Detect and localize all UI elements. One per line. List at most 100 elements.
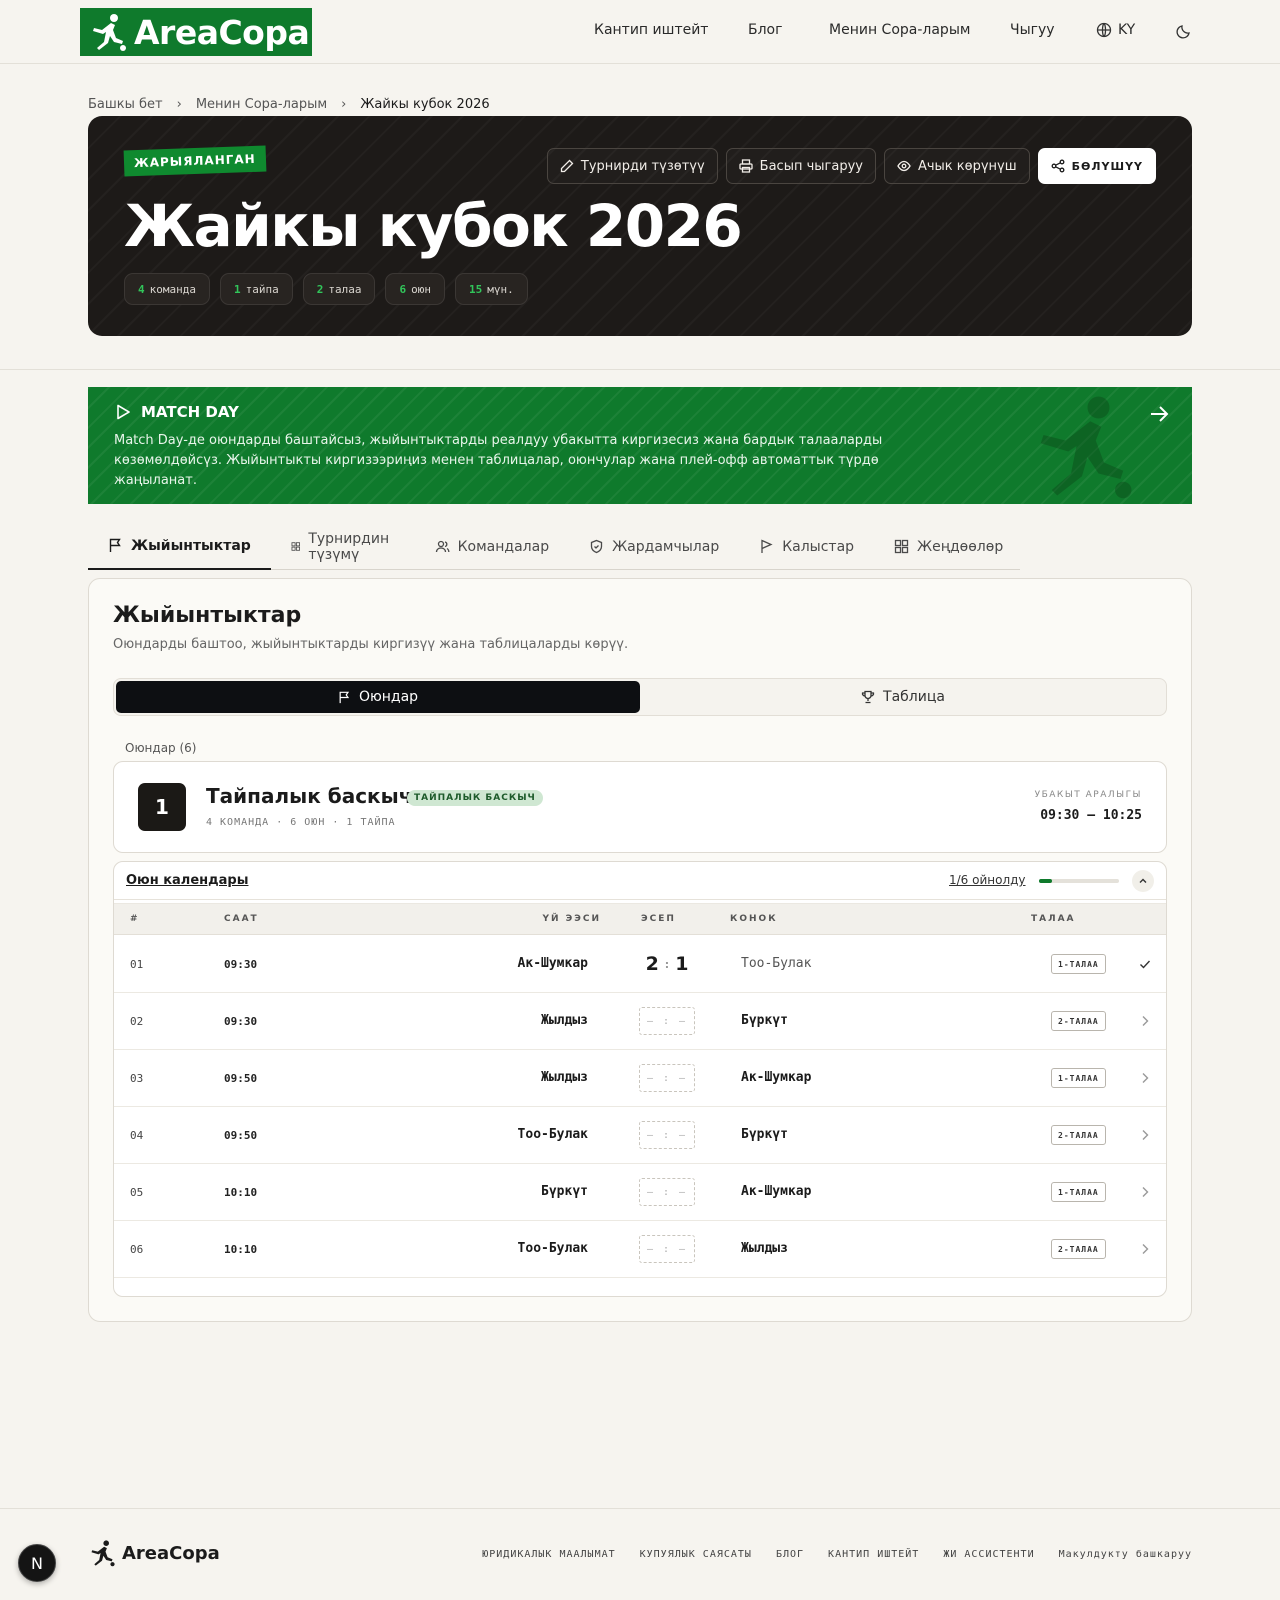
nav-my-copas[interactable]: Менин Сора-ларым [829, 22, 970, 38]
table-row[interactable]: 06 10:10 Тоо-Булак – : – Жылдыз 2-ТАЛАА [114, 1221, 1166, 1278]
edit-tournament-button[interactable]: Турнирди түзөтүү [546, 148, 718, 184]
score-input[interactable]: – : – [639, 1235, 695, 1263]
footer-link-ai-assistant[interactable]: ЖИ АССИСТЕНТИ [943, 1549, 1034, 1560]
public-view-button[interactable]: Ачык көрүнүш [883, 148, 1030, 184]
games-count-label: Оюндар (6) [125, 741, 197, 755]
table-row[interactable]: 01 09:30 Ак-Шумкар 2:1 Тоо-Булак 1-ТАЛАА [114, 936, 1166, 993]
collapse-button[interactable] [1132, 870, 1154, 892]
dev-tools-badge[interactable]: N [18, 1544, 56, 1582]
stat-duration: 15 мүн. [454, 273, 528, 305]
nav-logout[interactable]: Чыгуу [1010, 22, 1055, 38]
section-divider [0, 369, 1280, 370]
table-row[interactable]: 05 10:10 Бүркүт – : – Ак-Шумкар 1-ТАЛАА [114, 1164, 1166, 1221]
breadcrumb-home[interactable]: Башкы бет [88, 97, 163, 112]
globe-icon [1096, 22, 1112, 38]
arrow-right-icon[interactable] [1148, 403, 1170, 425]
tournament-hero: ЖАРЫЯЛАНГАН Жайкы кубок 2026 4 команда 1т… [88, 116, 1192, 336]
game-time: 10:10 [224, 1186, 258, 1199]
stat-games: 6 оюн [385, 273, 445, 305]
schedule-header: Оюн календары 1/6 ойнолду [114, 862, 1166, 900]
field-badge: 2-ТАЛАА [1051, 1125, 1106, 1145]
breadcrumb-current: Жайкы кубок 2026 [360, 97, 490, 112]
table-row[interactable]: 04 09:50 Тоо-Булак – : – Бүркүт 2-ТАЛАА [114, 1107, 1166, 1164]
tab-referees[interactable]: Калыстар [739, 523, 874, 570]
results-title: Жыйынтыктар [113, 603, 302, 628]
score-input[interactable]: – : – [639, 1178, 695, 1206]
footer-link-consent[interactable]: Макулдукту башкаруу [1059, 1549, 1192, 1560]
field-badge: 2-ТАЛАА [1051, 1011, 1106, 1031]
field-badge: 2-ТАЛАА [1051, 1239, 1106, 1259]
away-team: Жылдыз [741, 1241, 788, 1256]
table-view-button[interactable]: Таблица [642, 681, 1164, 713]
stage-meta: 4 КОМАНДА · 6 ОЮН · 1 ТАЙПА [206, 817, 396, 828]
tab-teams[interactable]: Командалар [415, 523, 569, 570]
print-button[interactable]: Басып чыгаруу [725, 148, 876, 184]
theme-toggle[interactable] [1176, 23, 1192, 39]
printer-icon [739, 159, 753, 173]
tab-structure[interactable]: Турнирдин түзүмү [271, 523, 415, 570]
stat-groups: 1 тайпа [219, 273, 293, 305]
field-badge: 1-ТАЛАА [1051, 954, 1106, 974]
match-day-banner[interactable]: MATCH DAY Match Day-де оюндарды баштайсы… [88, 387, 1192, 504]
footer-link-legal[interactable]: ЮРИДИКАЛЫК МААЛЫМАТ [482, 1549, 615, 1560]
home-score: 2 [645, 953, 659, 975]
player-kick-icon [93, 14, 126, 51]
player-kick-icon [91, 1540, 115, 1567]
football-player-icon [1040, 396, 1132, 499]
chevron-right-icon[interactable] [1138, 1185, 1152, 1199]
tournament-stats: 4 команда 1 тайпа 2 талаа 6 оюн 15 мүн. [124, 273, 528, 305]
hero-actions: Турнирди түзөтүү Басып чыгаруу Ачык көрү… [546, 148, 1156, 184]
results-view-switch: Оюндар Таблица [113, 678, 1167, 716]
score-display[interactable]: 2:1 [639, 950, 695, 978]
shield-icon [590, 539, 603, 554]
breadcrumb-my-copas[interactable]: Менин Сора-ларым [196, 97, 327, 112]
match-day-title: MATCH DAY [114, 403, 239, 421]
nav-how-it-works[interactable]: Кантип иштейт [594, 22, 708, 38]
tab-settings[interactable]: Жеңдөөлөр [874, 523, 1023, 570]
away-team: Бүркүт [741, 1013, 788, 1028]
share-button[interactable]: БӨЛҮШҮҮ [1037, 148, 1156, 184]
chevron-right-icon[interactable] [1138, 1128, 1152, 1142]
home-team: Жылдыз [541, 1013, 588, 1028]
score-input[interactable]: – : – [639, 1064, 695, 1092]
score-separator: : [664, 957, 670, 971]
col-num: # [130, 914, 140, 924]
score-input[interactable]: – : – [639, 1121, 695, 1149]
users-icon [435, 540, 450, 553]
check-icon [1140, 960, 1151, 969]
page-title: Жайкы кубок 2026 [124, 192, 743, 260]
moon-icon [1176, 25, 1190, 39]
logo[interactable]: AreaCopa [80, 8, 312, 56]
field-badge: 1-ТАЛАА [1051, 1068, 1106, 1088]
col-home: ҮЙ ЭЭСИ [542, 914, 601, 924]
game-number: 06 [130, 1243, 144, 1256]
footer-link-how-it-works[interactable]: КАНТИП ИШТЕЙТ [828, 1549, 919, 1560]
footer-link-privacy[interactable]: КУПУЯЛЫК САЯСАТЫ [640, 1549, 752, 1560]
chevron-right-icon[interactable] [1138, 1071, 1152, 1085]
chevron-right-icon[interactable] [1138, 1242, 1152, 1256]
chevron-right-icon[interactable] [1138, 1014, 1152, 1028]
schedule-title[interactable]: Оюн календары [126, 873, 248, 888]
footer-logo[interactable]: AreaCopa [88, 1539, 220, 1567]
flag-icon [109, 538, 121, 552]
breadcrumb: Башкы бет › Менин Сора-ларым › Жайкы куб… [88, 97, 490, 112]
table-row[interactable]: 02 09:30 Жылдыз – : – Бүркүт 2-ТАЛАА [114, 993, 1166, 1050]
chevron-right-icon: › [176, 97, 182, 112]
game-number: 01 [130, 958, 144, 971]
tab-assistants[interactable]: Жардамчылар [569, 523, 739, 570]
play-icon [117, 404, 130, 420]
away-team: Тоо-Булак [741, 956, 812, 971]
tournament-tabs: Жыйынтыктар Турнирдин түзүмү Командалар … [88, 523, 1020, 570]
game-time: 09:50 [224, 1072, 258, 1085]
language-switcher[interactable]: KY [1096, 22, 1135, 38]
away-score: 1 [675, 953, 689, 975]
table-row[interactable]: 03 09:50 Жылдыз – : – Ак-Шумкар 1-ТАЛАА [114, 1050, 1166, 1107]
score-input[interactable]: – : – [639, 1007, 695, 1035]
tab-results[interactable]: Жыйынтыктар [88, 523, 271, 570]
stage-number: 1 [138, 783, 186, 831]
schedule-progress-text[interactable]: 1/6 ойнолду [949, 873, 1026, 887]
nav-blog[interactable]: Блог [748, 22, 782, 38]
games-view-button[interactable]: Оюндар [116, 681, 640, 713]
footer-link-blog[interactable]: БЛОГ [776, 1549, 804, 1560]
footer-links: ЮРИДИКАЛЫК МААЛЫМАТ КУПУЯЛЫК САЯСАТЫ БЛО… [482, 1549, 1192, 1560]
